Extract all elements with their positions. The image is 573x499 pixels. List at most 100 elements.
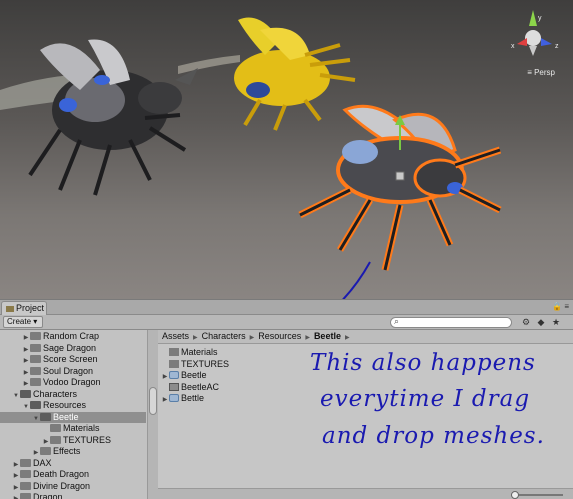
tree-item-label: Effects [53,446,81,456]
menu-icon[interactable]: ≡ [564,302,569,311]
search-input[interactable]: ⌕ [390,316,512,328]
mesh-icon [169,394,179,402]
favorites-icon[interactable]: ★ [550,317,562,328]
tree-item[interactable]: ▶ Soul Dragon [0,366,146,377]
tree-item-label: Characters [33,388,78,399]
tree-item-label: Resources [43,400,87,410]
tree-item[interactable]: Materials [0,423,146,434]
tree-item[interactable]: ▶ TEXTURES [0,435,146,446]
lock-icon[interactable]: 🔒 [552,302,562,311]
annotation-line-2: everytime I drag [320,386,531,412]
tree-item[interactable]: ▶ Sage Dragon [0,343,146,354]
tree-item-label: Vodoo Dragon [43,377,101,387]
tree-item[interactable]: ▶ Effects [0,446,146,457]
tree-item-label: Random Crap [43,331,100,341]
mesh-icon [169,371,179,379]
search-icon: ⌕ [394,316,400,326]
folder-icon [169,348,179,356]
breadcrumb-item[interactable]: Resources [258,331,301,341]
folder-icon [20,481,31,490]
filter-by-label-icon[interactable]: ◆ [535,317,547,328]
asset-item[interactable]: Materials [161,347,218,358]
folder-icon [30,401,41,409]
project-tabbar: Project 🔒 ≡ [0,300,573,315]
asset-item-label: Materials [181,347,218,357]
asset-item[interactable]: ▶ Beetle [161,370,207,381]
tree-item[interactable]: ▶ DAX [0,458,146,469]
project-toolbar: Create ▾ ⌕ ⚙ ◆ ★ [0,315,573,330]
folder-icon [40,412,51,421]
filter-by-type-icon[interactable]: ⚙ [520,317,532,328]
persp-lines-icon: ≡ [527,68,532,77]
orientation-gizmo[interactable]: y x z [511,10,559,56]
tree-item[interactable]: ▶ Dragon [0,492,146,499]
selected-beetle-model[interactable] [298,104,502,271]
folder-tree[interactable]: ▶ Random Crap ▶ Sage Dragon ▶ Score Screen ▶ So… [0,330,158,499]
folder-icon [20,493,31,499]
animator-icon [169,382,179,391]
svg-text:z: z [555,43,559,50]
tree-item[interactable]: ▶ Random Crap [0,331,146,342]
asset-item-label: TEXTURES [181,358,230,369]
svg-text:y: y [538,15,542,22]
folder-icon [30,332,41,340]
breadcrumb-separator-icon: ▶ [249,335,255,341]
breadcrumb-separator-icon: ▶ [193,335,198,341]
folder-icon [20,389,31,398]
icon-size-slider[interactable] [511,491,563,499]
tree-item-label: Score Screen [43,354,98,364]
breadcrumb-separator-icon: ▶ [344,335,350,341]
folder-icon [40,447,51,455]
folder-icon [20,470,31,478]
asset-item[interactable]: BeetleAC [161,382,219,393]
tree-item[interactable]: ▶ Vodoo Dragon [0,377,146,388]
folder-icon [30,355,41,363]
tree-item-label: Sage Dragon [43,342,97,353]
create-button[interactable]: Create ▾ [3,316,43,328]
tree-item-label: Dragon [33,492,63,499]
chevron-right-icon[interactable]: ▶ [161,395,169,406]
folder-icon [30,378,41,386]
slider-knob[interactable] [511,491,519,499]
folder-icon [169,359,179,368]
tree-item-label: Death Dragon [33,469,90,479]
breadcrumb-separator-icon: ▶ [305,335,310,341]
folder-icon [30,343,41,352]
asset-item[interactable]: TEXTURES [161,359,229,370]
tree-item[interactable]: ▼ Resources [0,400,146,411]
tree-item[interactable]: ▶ Death Dragon [0,469,146,480]
breadcrumb-item[interactable]: Beetle [314,331,341,341]
tree-item-label: Materials [63,423,100,433]
breadcrumb-item[interactable]: Assets [162,331,189,341]
tab-project[interactable]: Project [1,301,47,315]
dark-beetle-model[interactable] [0,39,240,196]
breadcrumb-item[interactable]: Characters [202,331,246,341]
project-folder-icon [6,305,14,312]
tree-item[interactable]: ▶ Score Screen [0,354,146,365]
tree-item-label: TEXTURES [63,434,112,445]
annotation-arrow [342,261,371,299]
tree-scroll-thumb[interactable] [149,387,157,415]
tree-item-label: DAX [33,457,52,468]
persp-label[interactable]: ≡ Persp [527,68,555,77]
scene-canvas[interactable]: y x z [0,0,573,299]
scene-view[interactable]: y x z ≡ Persp [0,0,573,299]
tree-item[interactable]: ▼ Beetle [0,411,146,423]
tree-scrollbar[interactable] [147,330,158,499]
svg-text:x: x [511,43,515,50]
asset-item-label: BeetleAC [181,381,220,392]
annotation-line-1: This also happens [310,350,536,376]
folder-icon [20,458,31,467]
tab-tools[interactable]: 🔒 ≡ [552,302,569,311]
chevron-right-icon[interactable]: ▶ [12,494,20,499]
asset-item-label: Beetle [181,370,207,380]
tree-item[interactable]: ▼ Characters [0,389,146,400]
tree-item[interactable]: ▶ Divine Dragon [0,481,146,492]
tree-item-label: Divine Dragon [33,480,91,491]
tree-item-label: Soul Dragon [43,365,94,376]
breadcrumb: Assets ▶ Characters ▶ Resources ▶ Beetle ▶ [158,330,573,344]
asset-item[interactable]: ▶ Bettle [161,393,204,404]
yellow-beetle-model[interactable] [234,17,356,131]
folder-icon [50,424,61,432]
folder-icon [30,366,41,375]
